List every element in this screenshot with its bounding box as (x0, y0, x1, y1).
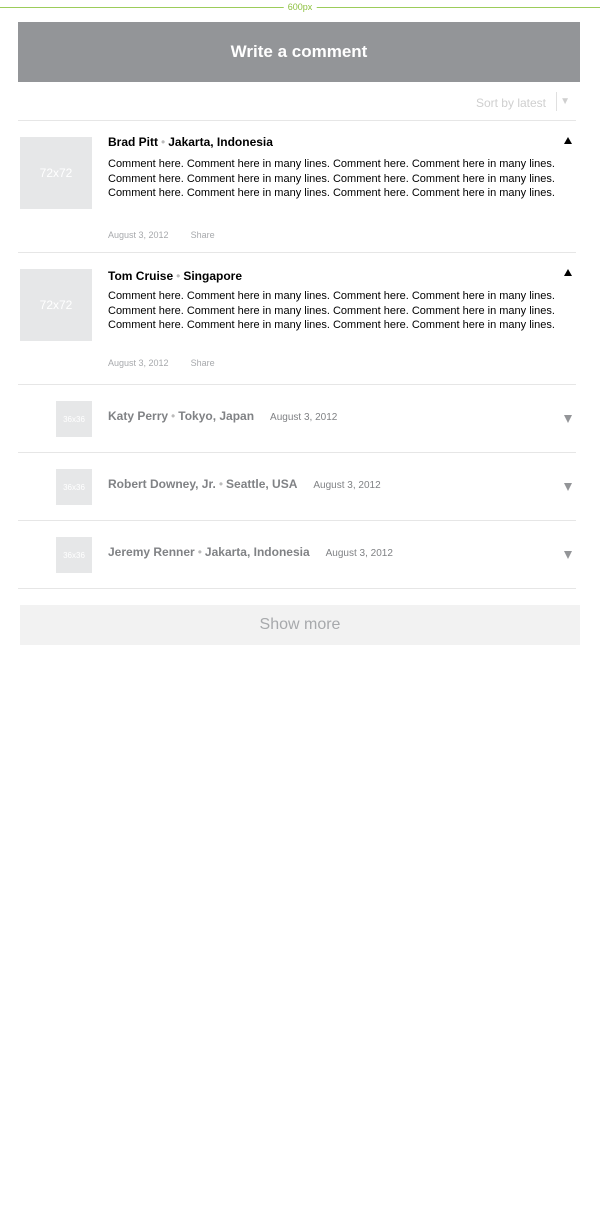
comment-meta: August 3, 2012 Share (108, 358, 215, 368)
collapse-caret-icon[interactable] (564, 137, 572, 144)
comment-author[interactable]: Robert Downey, Jr. (108, 477, 216, 491)
avatar: 36x36 (56, 469, 92, 505)
separator-dot: • (176, 269, 181, 283)
collapsed-comment-header: Jeremy Renner • Jakarta, Indonesia August 3… (108, 545, 393, 559)
avatar: 36x36 (56, 401, 92, 437)
comment-header: Tom Cruise • Singapore (108, 269, 242, 283)
comment-location: Jakarta, Indonesia (168, 135, 273, 149)
sort-dropdown[interactable]: Sort by latest (476, 96, 546, 110)
sort-bar: Sort by latest ▼ (18, 82, 576, 121)
comment-date: August 3, 2012 (108, 230, 169, 240)
collapsed-comment-header: Katy Perry • Tokyo, Japan August 3, 2012 (108, 409, 337, 423)
write-comment-button[interactable]: Write a comment (18, 22, 580, 82)
comment-item: 72x72 Tom Cruise • Singapore Comment here.… (18, 253, 576, 385)
comment-author[interactable]: Katy Perry (108, 409, 168, 423)
expand-caret-icon[interactable] (564, 483, 572, 491)
ruler-label: 600px (283, 1, 317, 13)
show-more-button[interactable]: Show more (20, 605, 580, 645)
comment-location: Tokyo, Japan (178, 409, 255, 423)
comment-location: Jakarta, Indonesia (204, 545, 310, 559)
comment-location: Singapore (183, 269, 243, 283)
comment-item: 72x72 Brad Pitt • Jakarta, Indonesia Comme… (18, 121, 576, 253)
comment-author[interactable]: Tom Cruise (108, 269, 173, 283)
sort-divider (556, 92, 557, 111)
avatar: 36x36 (56, 537, 92, 573)
expand-caret-icon[interactable] (564, 551, 572, 559)
collapsed-comment[interactable]: 36x36 Katy Perry • Tokyo, Japan August 3, 2… (18, 385, 576, 453)
avatar: 72x72 (20, 137, 92, 209)
comment-body: Comment here. Comment here in many lines… (108, 290, 555, 332)
separator-dot: • (161, 135, 166, 149)
comment-author[interactable]: Brad Pitt (108, 135, 158, 149)
share-link[interactable]: Share (191, 358, 215, 368)
separator-dot: • (197, 545, 202, 559)
comment-date: August 3, 2012 (325, 548, 393, 559)
collapse-caret-icon[interactable] (564, 269, 572, 276)
collapsed-comment[interactable]: 36x36 Jeremy Renner • Jakarta, Indonesia Au… (18, 521, 576, 589)
comment-date: August 3, 2012 (270, 412, 338, 423)
comment-location: Seattle, USA (226, 477, 298, 491)
avatar: 72x72 (20, 269, 92, 341)
separator-dot: • (218, 477, 224, 491)
collapsed-comment[interactable]: 36x36 Robert Downey, Jr. • Seattle, USA Aug… (18, 453, 576, 521)
comment-author[interactable]: Jeremy Renner (108, 545, 195, 559)
comment-header: Brad Pitt • Jakarta, Indonesia (108, 135, 273, 149)
comment-date: August 3, 2012 (108, 358, 169, 368)
comment-date: August 3, 2012 (313, 480, 381, 491)
comment-body: Comment here. Comment here in many lines… (108, 158, 555, 200)
chevron-down-icon[interactable]: ▼ (560, 96, 570, 107)
width-ruler: 600px (0, 0, 600, 14)
collapsed-comment-header: Robert Downey, Jr. • Seattle, USA August 3,… (108, 477, 381, 491)
separator-dot: • (171, 409, 176, 423)
expand-caret-icon[interactable] (564, 415, 572, 423)
share-link[interactable]: Share (191, 230, 215, 240)
comment-meta: August 3, 2012 Share (108, 230, 215, 240)
